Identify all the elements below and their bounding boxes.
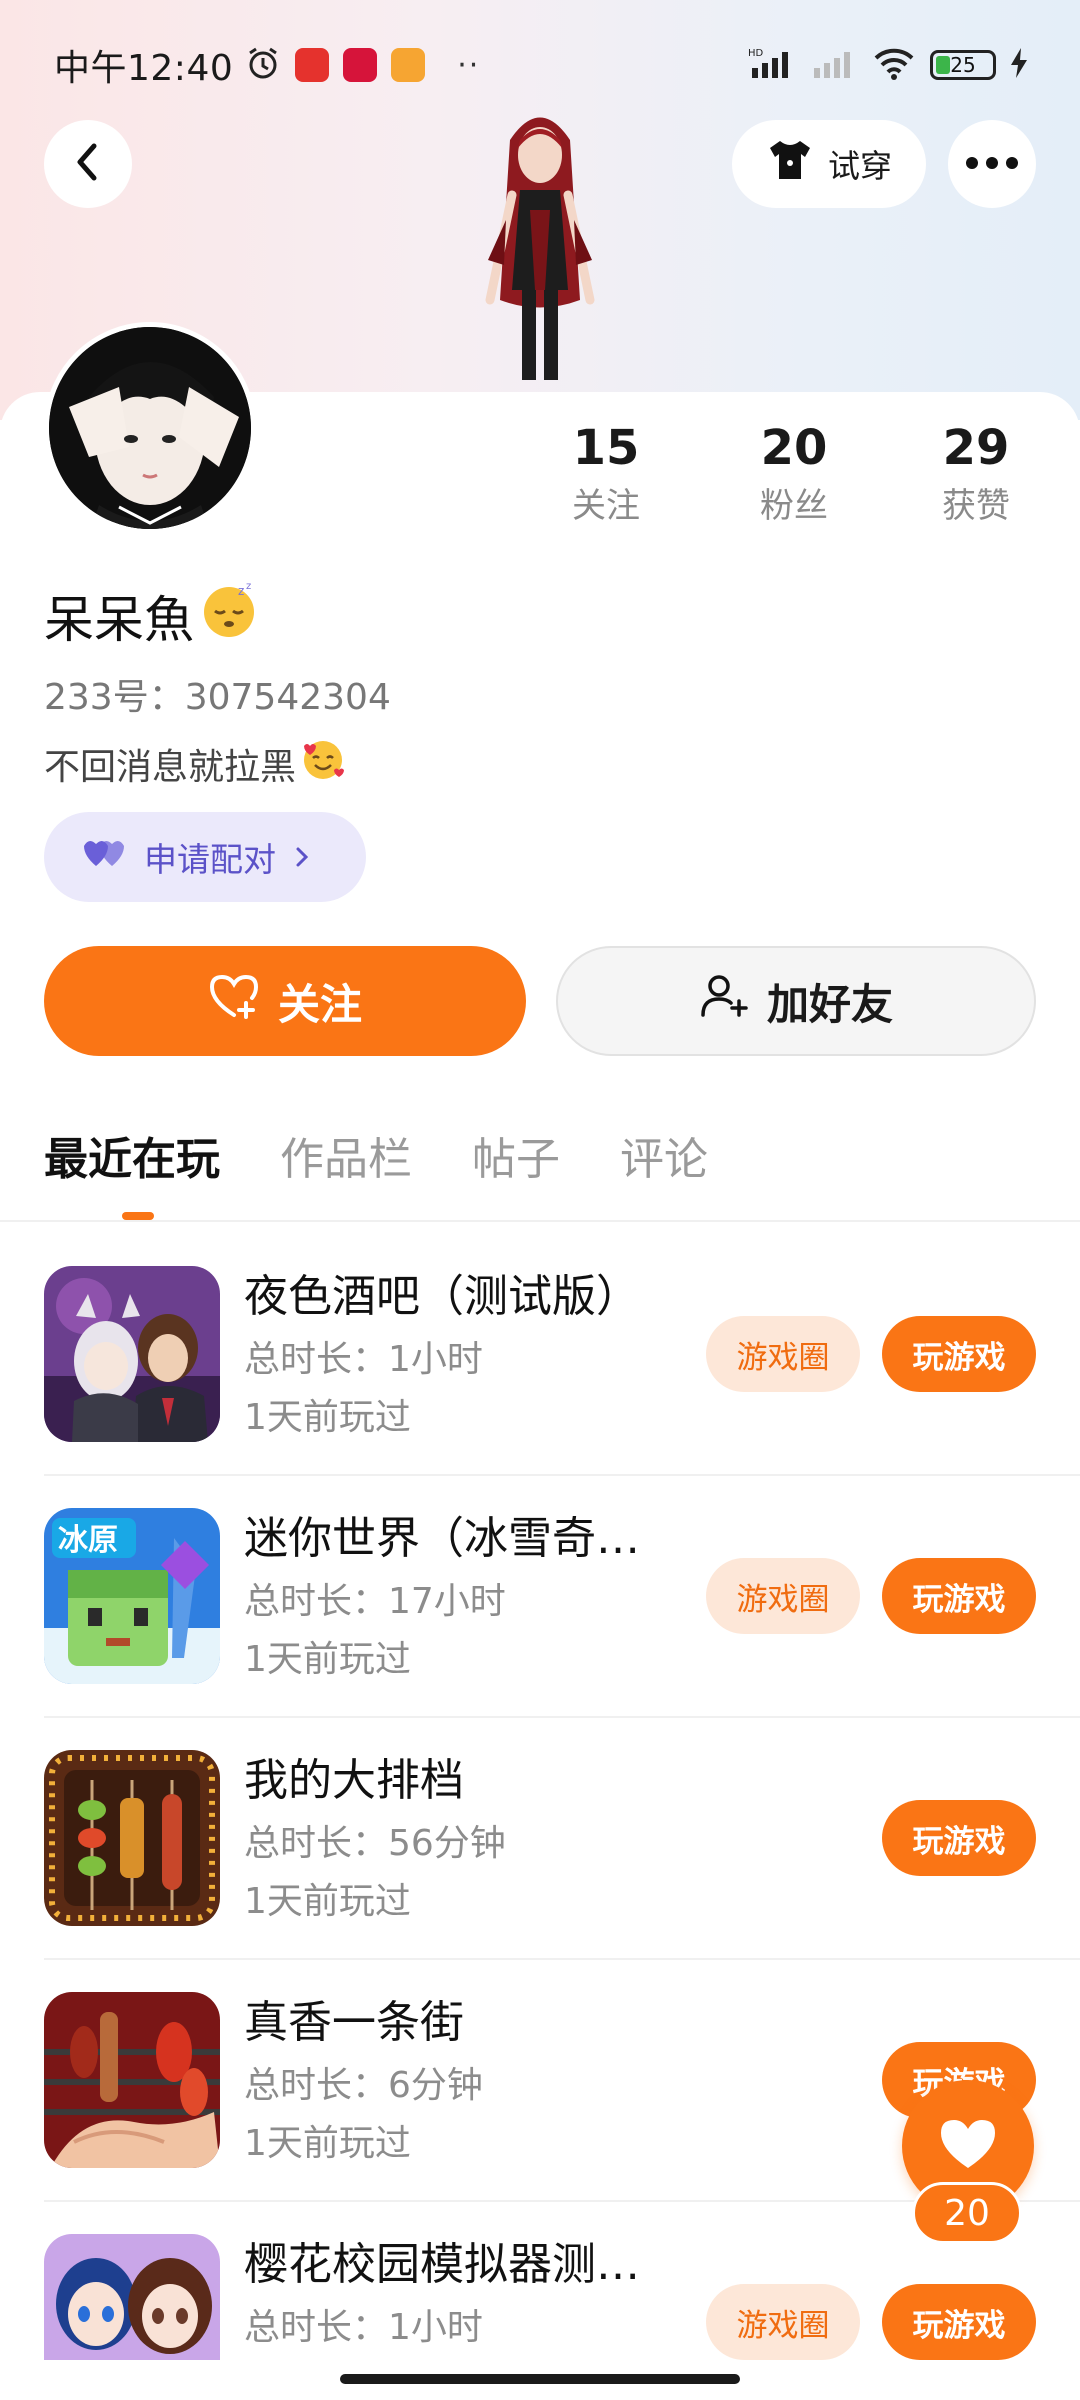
signal-icon: HD [748, 46, 798, 84]
svg-text:z: z [238, 584, 244, 598]
game-duration: 总时长：6分钟 [244, 2065, 483, 2106]
chevron-right-icon [294, 838, 310, 877]
smiling-hearts-emoji-icon [300, 736, 346, 791]
play-game-button[interactable]: 玩游戏 [882, 1316, 1036, 1392]
status-system-icons: HD 25 [748, 46, 1028, 84]
add-user-icon [699, 973, 749, 1029]
home-indicator[interactable] [340, 2374, 740, 2384]
game-list-item[interactable]: 我的大排档 总时长：56分钟 1天前玩过 玩游戏 [0, 1750, 1080, 1992]
play-game-button[interactable]: 玩游戏 [882, 1800, 1036, 1876]
game-icon-food-stall[interactable] [44, 1750, 220, 1926]
game-icon-label: 冰原 [58, 1523, 118, 1558]
game-title: 真香一条街 [244, 1997, 464, 2048]
sleepy-face-emoji-icon: zz [200, 581, 258, 651]
follow-label: 关注 [277, 979, 362, 1029]
game-icon-mini-world[interactable]: 冰原 [44, 1508, 220, 1684]
wifi-icon [872, 46, 916, 84]
game-last-played: 1天前玩过 [244, 1397, 411, 1438]
alarm-icon [245, 45, 281, 85]
add-friend-button[interactable]: 加好友 [556, 946, 1036, 1056]
list-divider [44, 1474, 1080, 1476]
status-notification-icons: ·· [245, 45, 480, 85]
game-title: 樱花校园模拟器测… [244, 2239, 640, 2290]
game-list-item[interactable]: 樱花校园模拟器测… 总时长：1小时 游戏圈 玩游戏 [0, 2234, 1080, 2360]
game-last-played: 1天前玩过 [244, 2123, 411, 2164]
chevron-left-icon [70, 142, 106, 186]
game-icon-night-bar[interactable] [44, 1266, 220, 1442]
game-title: 夜色酒吧（测试版） [244, 1271, 640, 1322]
play-game-button[interactable]: 玩游戏 [882, 2284, 1036, 2360]
status-time: 中午12:40 [54, 48, 234, 89]
more-options-button[interactable] [948, 120, 1036, 208]
more-dots-icon [965, 155, 1019, 174]
back-button[interactable] [44, 120, 132, 208]
stat-followers-count: 20 [760, 420, 828, 476]
nickname-text: 呆呆魚 [44, 591, 194, 649]
tab-recently-played[interactable]: 最近在玩 [44, 1124, 220, 1214]
game-icon-food-street[interactable] [44, 1992, 220, 2168]
app-notification-icon [391, 48, 426, 82]
game-duration: 总时长：17小时 [244, 1581, 506, 1622]
game-icon-sakura-school[interactable] [44, 2234, 220, 2360]
battery-level: 25 [950, 53, 976, 77]
stat-following-count: 15 [572, 420, 640, 476]
app-notification-icon [295, 48, 330, 82]
game-last-played: 1天前玩过 [244, 1639, 411, 1680]
try-on-label: 试穿 [827, 147, 892, 185]
list-divider [44, 1958, 1080, 1960]
game-duration: 总时长：56分钟 [244, 1823, 506, 1864]
app-notification-icon [343, 48, 378, 82]
game-last-played: 1天前玩过 [244, 1881, 411, 1922]
game-circle-button[interactable]: 游戏圈 [706, 1316, 860, 1392]
hearts-icon [82, 836, 126, 878]
user-bio: 不回消息就拉黑 [44, 736, 346, 791]
stat-likes-count: 29 [942, 420, 1010, 476]
pair-label: 申请配对 [144, 840, 276, 879]
tab-works[interactable]: 作品栏 [280, 1124, 412, 1214]
profile-stats: 15 关注 20 粉丝 29 获赞 [0, 418, 1080, 538]
game-list-item[interactable]: 夜色酒吧（测试版） 总时长：1小时 1天前玩过 游戏圈 玩游戏 [0, 1266, 1080, 1508]
avatar-character-3d [440, 100, 640, 400]
tab-posts[interactable]: 帖子 [472, 1124, 560, 1214]
network-label: HD [748, 48, 764, 59]
follow-button[interactable]: 关注 [44, 946, 526, 1056]
play-game-button[interactable]: 玩游戏 [882, 1558, 1036, 1634]
heart-icon [939, 2118, 997, 2174]
stat-likes[interactable]: 29 获赞 [896, 418, 1056, 534]
stat-followers[interactable]: 20 粉丝 [714, 418, 874, 534]
stat-followers-label: 粉丝 [760, 486, 828, 526]
more-notifications-icon: ·· [457, 47, 481, 83]
request-pairing-button[interactable]: 申请配对 [44, 812, 366, 902]
tabs-divider [0, 1220, 1080, 1222]
game-circle-button[interactable]: 游戏圈 [706, 2284, 860, 2360]
game-title: 迷你世界（冰雪奇… [244, 1513, 640, 1564]
signal-2-icon [812, 46, 858, 84]
game-circle-button[interactable]: 游戏圈 [706, 1558, 860, 1634]
charging-icon [1010, 48, 1028, 82]
try-on-button[interactable]: 试穿 [732, 120, 926, 208]
game-duration: 总时长：1小时 [244, 2307, 483, 2348]
stat-likes-label: 获赞 [942, 486, 1010, 526]
svg-text:z: z [246, 581, 251, 592]
list-divider [44, 1716, 1080, 1718]
add-friend-label: 加好友 [766, 979, 893, 1029]
tshirt-icon [766, 139, 814, 189]
stat-following[interactable]: 15 关注 [526, 418, 686, 534]
heart-plus-icon [208, 973, 260, 1029]
tab-comments[interactable]: 评论 [620, 1124, 708, 1214]
active-tab-indicator [122, 1212, 154, 1220]
user-nickname: 呆呆魚 zz [44, 580, 258, 652]
bio-text: 不回消息就拉黑 [44, 746, 297, 788]
profile-tabs: 最近在玩 作品栏 帖子 评论 [44, 1124, 708, 1214]
stat-following-label: 关注 [572, 486, 640, 526]
battery-icon: 25 [930, 50, 996, 80]
like-count-badge: 20 [912, 2182, 1022, 2244]
user-id: 233号：307542304 [44, 677, 391, 718]
game-duration: 总时长：1小时 [244, 1339, 483, 1380]
game-list-item[interactable]: 冰原 迷你世界（冰雪奇… 总时长：17小时 1天前玩过 游戏圈 玩游戏 [0, 1508, 1080, 1750]
game-title: 我的大排档 [244, 1755, 464, 1806]
